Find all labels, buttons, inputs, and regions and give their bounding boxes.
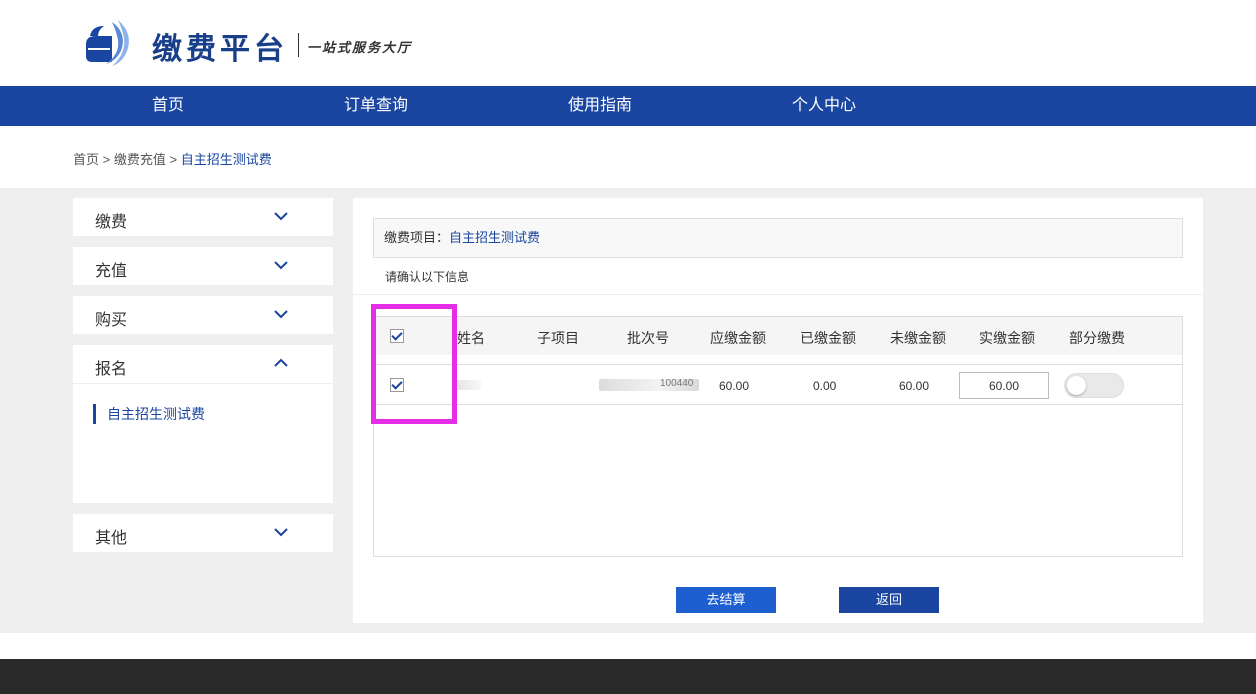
breadcrumb-separator: >	[99, 152, 114, 167]
partial-payment-toggle[interactable]	[1064, 373, 1124, 398]
batch-tail: 100440	[660, 378, 694, 389]
breadcrumb-parent[interactable]: 缴费充值	[114, 152, 166, 167]
cell-due: 60.00	[719, 379, 750, 393]
main-area: 缴费 充值 购买 报名 自主招生测试费 其他 缴费项目：自主招生测试费 请确认以…	[0, 188, 1256, 633]
nav-item-guide[interactable]: 使用指南	[568, 86, 632, 126]
chevron-down-icon	[274, 261, 288, 270]
toggle-knob	[1067, 376, 1086, 395]
column-header-name: 姓名	[457, 330, 485, 346]
content-panel: 缴费项目：自主招生测试费 请确认以下信息 姓名 子项目 批次号 应缴金额 已缴金…	[353, 198, 1203, 623]
project-value: 自主招生测试费	[449, 230, 541, 245]
logo-title: 缴费平台	[152, 32, 288, 67]
sidebar-item-purchase[interactable]: 购买	[73, 296, 333, 334]
select-all-checkbox[interactable]	[390, 329, 404, 343]
sidebar-item-label: 缴费	[95, 214, 128, 231]
column-header-due: 应缴金额	[710, 330, 766, 346]
chevron-up-icon	[274, 358, 288, 367]
sidebar-item-label: 其他	[95, 530, 128, 547]
nav-item-order-query[interactable]: 订单查询	[344, 86, 408, 126]
sidebar-item-registration[interactable]: 报名	[73, 345, 333, 383]
project-label: 缴费项目：	[384, 230, 450, 245]
nav-item-personal-center[interactable]: 个人中心	[792, 86, 856, 126]
column-header-batch: 批次号	[627, 330, 669, 346]
chevron-down-icon	[274, 310, 288, 319]
payment-table: 姓名 子项目 批次号 应缴金额 已缴金额 未缴金额 实缴金额 部分缴费 1004…	[373, 316, 1183, 557]
redacted-name	[456, 380, 482, 390]
chevron-down-icon	[274, 528, 288, 537]
cell-paid: 0.00	[813, 379, 837, 393]
column-header-paid: 已缴金额	[800, 330, 856, 346]
actual-amount-input[interactable]	[959, 372, 1049, 399]
breadcrumb-bar: 首页 > 缴费充值 > 自主招生测试费	[0, 126, 1256, 188]
sidebar-item-recharge[interactable]: 充值	[73, 247, 333, 285]
sidebar-item-payment[interactable]: 缴费	[73, 198, 333, 236]
column-header-partial: 部分缴费	[1069, 330, 1125, 346]
chevron-down-icon	[274, 212, 288, 221]
header: 缴费平台 一站式服务大厅	[0, 0, 1256, 86]
cell-unpaid: 60.00	[899, 379, 930, 393]
confirm-text: 请确认以下信息	[385, 270, 470, 284]
checkout-button[interactable]: 去结算	[676, 587, 776, 613]
back-button[interactable]: 返回	[839, 587, 939, 613]
row-checkbox[interactable]	[390, 378, 404, 392]
table-row: 100440 60.00 0.00 60.00	[374, 366, 1182, 405]
top-nav: 首页 订单查询 使用指南 个人中心	[0, 86, 1256, 126]
sidebar-submenu: 自主招生测试费	[73, 383, 333, 503]
breadcrumb-home[interactable]: 首页	[73, 152, 99, 167]
logo-divider	[298, 33, 299, 57]
breadcrumb-separator: >	[165, 152, 181, 167]
nav-item-home[interactable]: 首页	[152, 86, 184, 126]
breadcrumb: 首页 > 缴费充值 > 自主招生测试费	[73, 149, 272, 168]
project-info: 缴费项目：自主招生测试费	[373, 218, 1183, 258]
sidebar-item-label: 充值	[95, 263, 128, 280]
table-header-gap	[374, 355, 1182, 365]
column-header-actual: 实缴金额	[979, 330, 1035, 346]
sidebar-item-label: 购买	[95, 312, 128, 329]
breadcrumb-current: 自主招生测试费	[180, 152, 272, 167]
sidebar-subitem-admission-test-fee[interactable]: 自主招生测试费	[93, 404, 205, 424]
sidebar-item-other[interactable]: 其他	[73, 514, 333, 552]
logo-subtitle: 一站式服务大厅	[307, 41, 413, 56]
sidebar-item-label: 报名	[95, 361, 128, 378]
table-header: 姓名 子项目 批次号 应缴金额 已缴金额 未缴金额 实缴金额 部分缴费	[374, 317, 1182, 355]
column-header-subitem: 子项目	[537, 330, 579, 346]
logo-icon	[86, 20, 129, 66]
footer	[0, 659, 1256, 694]
divider	[353, 294, 1203, 295]
column-header-unpaid: 未缴金额	[890, 330, 946, 346]
